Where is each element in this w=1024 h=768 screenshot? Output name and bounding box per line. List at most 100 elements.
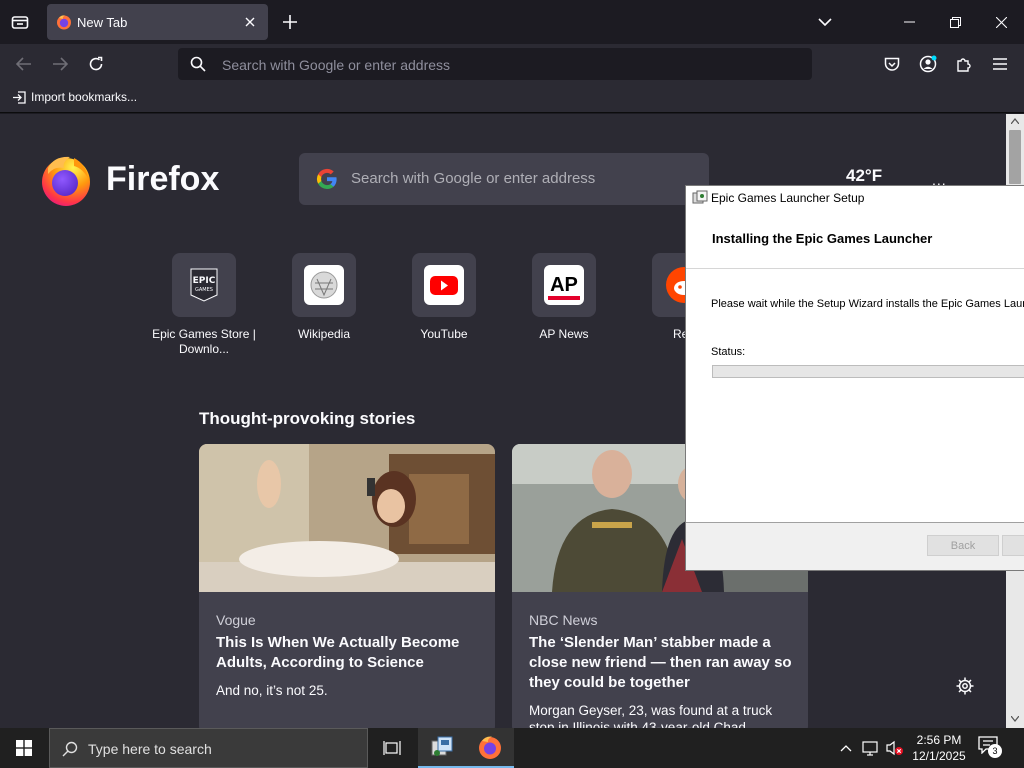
story-headline: This Is When We Actually Become Adults, … [216, 634, 460, 671]
youtube-icon [424, 265, 464, 305]
back-button[interactable] [10, 50, 38, 78]
story-source: Vogue [216, 612, 256, 628]
shortcut-label: Epic Games Store | Downlo... [152, 327, 256, 356]
minimize-icon [903, 21, 915, 23]
customize-gear-icon[interactable] [956, 677, 974, 695]
newtab-search-placeholder: Search with Google or enter address [351, 170, 596, 187]
close-window-button[interactable] [978, 0, 1024, 44]
install-progress-bar [712, 365, 1024, 378]
restore-button[interactable] [932, 0, 978, 44]
dialog-header: Installing the Epic Games Launcher [686, 210, 1024, 269]
shortcut-tile: AP [532, 253, 596, 317]
scroll-thumb[interactable] [1009, 130, 1021, 184]
installer-app-icon [692, 190, 708, 204]
restore-icon [949, 16, 961, 28]
bookmarks-toolbar: Import bookmarks... [0, 84, 1024, 113]
volume-muted-icon[interactable] [885, 740, 905, 756]
clock-date: 12/1/2025 [912, 749, 966, 763]
tab-new-tab[interactable]: New Tab [47, 4, 268, 40]
status-label: Status: [711, 346, 746, 358]
import-bookmarks-label: Import bookmarks... [31, 90, 138, 104]
shortcut-epic-games[interactable]: EPIC GAMES Epic Games Store | Downlo... [149, 253, 259, 357]
forward-button[interactable] [46, 50, 74, 78]
shortcut-label: AP News [539, 327, 589, 341]
shortcut-tile [412, 253, 476, 317]
clock-time: 2:56 PM [916, 733, 962, 747]
pocket-button[interactable] [878, 50, 906, 78]
start-button[interactable] [0, 728, 48, 768]
arrow-right-icon [53, 57, 68, 71]
close-icon [995, 16, 1007, 28]
extensions-button[interactable] [950, 50, 978, 78]
import-icon [13, 90, 26, 104]
tab-title: New Tab [77, 15, 128, 30]
shortcut-tile [292, 253, 356, 317]
story-card[interactable]: Vogue This Is When We Actually Become Ad… [199, 444, 495, 728]
taskbar-firefox[interactable] [466, 728, 514, 768]
reload-button[interactable] [82, 50, 110, 78]
story-headline: The ‘Slender Man’ stabber made a close n… [529, 634, 792, 691]
tab-close-button[interactable] [240, 12, 260, 32]
weather-temperature[interactable]: 42°F [846, 166, 882, 186]
epic-games-icon: EPICGAMES [190, 268, 218, 302]
windows-taskbar: Type here to search 2:56 PM 12/1/2025 3 [0, 728, 1024, 768]
svg-text:AP: AP [550, 274, 578, 296]
chevron-up-icon[interactable] [840, 744, 852, 752]
dialog-title: Epic Games Launcher Setup [711, 191, 865, 205]
list-all-tabs-button[interactable] [802, 0, 848, 44]
next-button[interactable] [1002, 535, 1024, 556]
task-view-button[interactable] [368, 728, 416, 768]
firefox-favicon-icon [57, 15, 71, 30]
import-bookmarks-button[interactable]: Import bookmarks... [12, 90, 137, 104]
stories-heading: Thought-provoking stories [199, 409, 416, 428]
address-bar[interactable]: Search with Google or enter address [178, 48, 812, 80]
scroll-up-icon[interactable] [1011, 118, 1019, 124]
ap-news-icon: AP [544, 265, 584, 305]
account-icon [919, 55, 937, 73]
installer-app-icon [431, 736, 453, 756]
chevron-down-icon [818, 18, 832, 26]
account-button[interactable] [914, 50, 942, 78]
story-excerpt: And no, it’s not 25. [216, 683, 328, 698]
firefox-view-icon [11, 16, 29, 29]
shortcut-ap-news[interactable]: AP AP News [509, 253, 619, 342]
svg-text:GAMES: GAMES [195, 287, 213, 293]
dialog-message: Please wait while the Setup Wizard insta… [711, 298, 1024, 310]
shortcut-label: YouTube [420, 327, 468, 341]
taskbar-search-box[interactable]: Type here to search [49, 728, 368, 768]
taskbar-search-placeholder: Type here to search [88, 741, 212, 757]
shortcut-youtube[interactable]: YouTube [389, 253, 499, 342]
close-icon [245, 17, 255, 27]
back-button[interactable]: Back [927, 535, 999, 556]
tab-strip: New Tab [0, 0, 1024, 44]
wikipedia-icon [304, 265, 344, 305]
shortcut-wikipedia[interactable]: Wikipedia [269, 253, 379, 342]
svg-text:EPIC: EPIC [193, 276, 216, 286]
firefox-view-button[interactable] [4, 8, 36, 36]
scroll-down-icon[interactable] [1011, 716, 1019, 722]
network-icon[interactable] [862, 740, 880, 756]
dialog-titlebar[interactable]: Epic Games Launcher Setup [686, 186, 1024, 210]
hamburger-icon [993, 58, 1007, 70]
firefox-logo-icon [42, 156, 90, 206]
minimize-button[interactable] [886, 0, 932, 44]
dialog-body: Please wait while the Setup Wizard insta… [686, 269, 1024, 523]
story-image [199, 444, 495, 592]
address-input[interactable]: Search with Google or enter address [222, 57, 450, 73]
firefox-icon [479, 736, 501, 759]
menu-button[interactable] [986, 50, 1014, 78]
new-tab-button[interactable] [278, 10, 302, 34]
task-view-icon [383, 741, 401, 755]
notification-center-button[interactable]: 3 [978, 736, 1004, 760]
firefox-wordmark: Firefox [106, 160, 220, 198]
taskbar-installer-app[interactable] [418, 728, 466, 768]
pocket-icon [884, 57, 900, 71]
search-icon [62, 741, 78, 757]
dialog-heading: Installing the Epic Games Launcher [712, 231, 933, 246]
notification-count-badge: 3 [988, 744, 1002, 758]
puzzle-icon [957, 58, 971, 72]
newtab-search-box[interactable]: Search with Google or enter address [299, 153, 709, 205]
taskbar-clock[interactable]: 2:56 PM 12/1/2025 [906, 732, 972, 764]
reload-icon [89, 56, 103, 71]
windows-logo-icon [16, 740, 32, 756]
